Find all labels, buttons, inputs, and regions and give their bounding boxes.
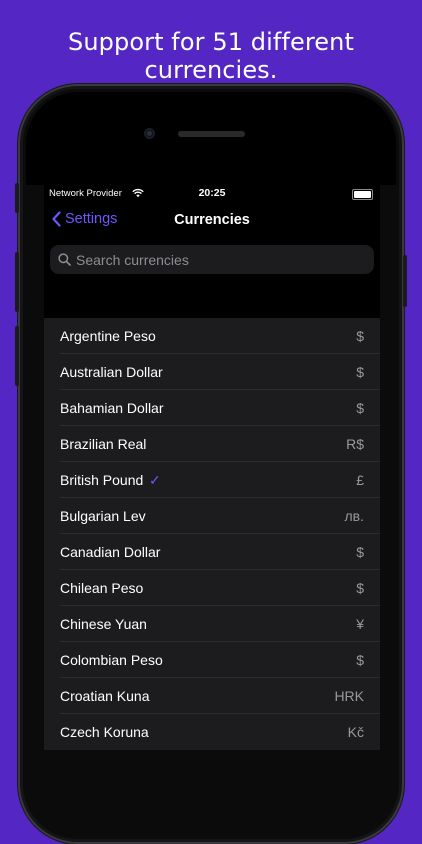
navigation-bar: Settings Currencies [44,207,380,237]
currency-row[interactable]: Chilean Peso $ [44,570,380,606]
phone-top-bezel [26,92,396,185]
currency-symbol: £ [356,472,364,488]
currency-row[interactable]: Czech Koruna Kč [44,714,380,750]
currency-row[interactable]: British Pound ✓ £ [44,462,380,498]
currency-name: Canadian Dollar [60,544,161,560]
currency-symbol: $ [356,544,364,560]
currency-name: Chilean Peso [60,580,144,596]
front-camera [144,128,155,139]
earpiece-speaker [178,131,245,137]
currency-row[interactable]: Croatian Kuna HRK [44,678,380,714]
currency-symbol: $ [356,580,364,596]
currency-symbol: $ [356,400,364,416]
search-input[interactable] [76,251,346,268]
currency-row[interactable]: Brazilian Real R$ [44,426,380,462]
currency-row[interactable]: Argentine Peso $ [44,318,380,354]
currency-symbol: HRK [334,688,364,704]
status-bar: Network Provider 20:25 [44,185,380,207]
currency-row[interactable]: Colombian Peso $ [44,642,380,678]
page-title: Currencies [174,212,250,228]
currency-row[interactable]: Bulgarian Lev лв. [44,498,380,534]
currency-symbol: R$ [346,436,364,452]
currency-name: Croatian Kuna [60,688,150,704]
search-bar[interactable] [50,245,374,274]
currency-symbol: лв. [344,508,365,524]
currency-name: British Pound [60,472,144,488]
currency-symbol: ¥ [356,616,364,632]
phone-screen: Network Provider 20:25 Settings Currenci… [44,185,380,750]
phone-side-button [15,183,19,213]
currency-symbol: $ [356,364,364,380]
phone-power-button [403,255,407,307]
currency-name: Bahamian Dollar [60,400,164,416]
currency-name: Australian Dollar [60,364,163,380]
marketing-headline: Support for 51 different currencies. [68,28,354,84]
phone-volume-up-button [15,252,19,312]
currency-name: Czech Koruna [60,724,149,740]
currency-name: Chinese Yuan [60,616,147,632]
currency-name: Bulgarian Lev [60,508,146,524]
currency-name: Argentine Peso [60,328,156,344]
currency-name: Brazilian Real [60,436,147,452]
search-icon [58,253,71,266]
currency-row[interactable]: Australian Dollar $ [44,354,380,390]
checkmark-icon: ✓ [149,472,161,488]
currency-symbol: Kč [347,724,364,740]
currency-row[interactable]: Bahamian Dollar $ [44,390,380,426]
currency-row[interactable]: Chinese Yuan ¥ [44,606,380,642]
battery-icon [352,189,373,200]
currency-list: Argentine Peso $ Australian Dollar $ Bahamia… [44,318,380,750]
currency-symbol: $ [356,652,364,668]
currency-symbol: $ [356,328,364,344]
currency-name: Colombian Peso [60,652,163,668]
phone-volume-down-button [15,326,19,386]
clock: 20:25 [198,187,226,199]
currency-row[interactable]: Canadian Dollar $ [44,534,380,570]
